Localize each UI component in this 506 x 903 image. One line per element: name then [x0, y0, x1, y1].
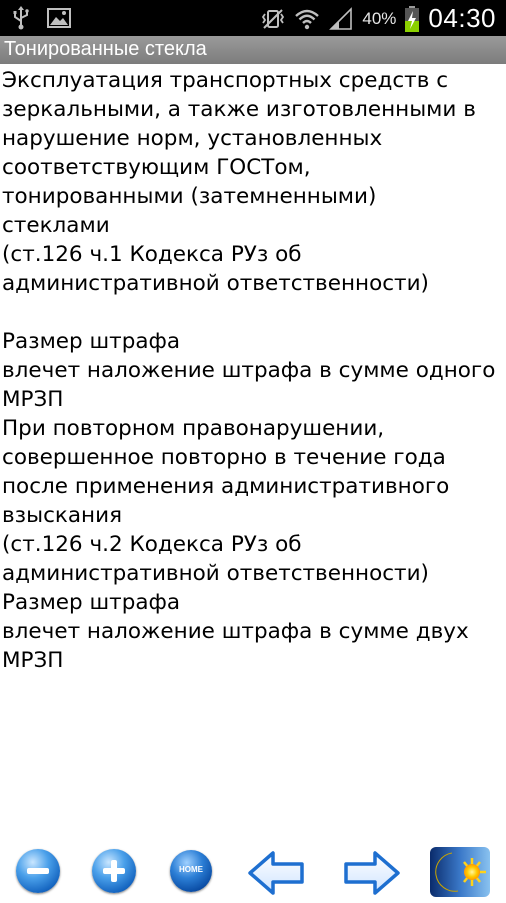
- page-title: Тонированные стекла: [4, 38, 207, 60]
- forward-button[interactable]: [340, 845, 402, 899]
- text-line: влечет наложение штрафа в сумме двух: [2, 619, 469, 644]
- text-line: зеркальными, а также изготовленными в: [2, 97, 476, 122]
- back-button[interactable]: [246, 845, 308, 899]
- zoom-out-icon: [16, 849, 60, 893]
- battery-percent: 40%: [362, 8, 397, 28]
- bottom-toolbar: HOME: [0, 845, 506, 900]
- status-bar-right: 40% 04:30: [260, 3, 496, 34]
- text-line: влечет наложение штрафа в сумме одного: [2, 358, 496, 383]
- back-arrow-icon: [248, 851, 304, 895]
- text-line: совершенное повторно в течение года: [2, 445, 446, 470]
- article-body: Эксплуатация транспортных средств с зерк…: [2, 66, 504, 675]
- signal-icon: [329, 6, 353, 30]
- wifi-icon: [295, 9, 320, 29]
- text-line: административной ответственности): [2, 271, 429, 296]
- text-line: Эксплуатация транспортных средств с: [2, 68, 449, 93]
- text-line: (ст.126 ч.1 Кодекса РУз об: [2, 242, 302, 267]
- text-line: Размер штрафа: [2, 329, 181, 354]
- text-line: Размер штрафа: [2, 590, 181, 615]
- image-icon: [47, 8, 71, 28]
- text-line: МРЗП: [2, 648, 64, 673]
- usb-icon: [13, 6, 29, 30]
- text-line: административной ответственности): [2, 561, 429, 586]
- clock: 04:30: [428, 3, 496, 33]
- vibrate-icon: [262, 8, 285, 29]
- home-button[interactable]: HOME: [166, 845, 222, 899]
- text-line: стеклами: [2, 213, 110, 238]
- text-line: после применения административного: [2, 474, 450, 499]
- forward-arrow-icon: [344, 851, 400, 895]
- text-line: При повторном правонарушении,: [2, 416, 385, 441]
- text-line: соответствующим ГОСТом,: [2, 155, 311, 180]
- text-line: взыскания: [2, 503, 123, 528]
- title-bar: Тонированные стекла: [0, 36, 506, 64]
- zoom-out-button[interactable]: [12, 845, 68, 899]
- day-night-icon: [430, 847, 490, 897]
- status-bar: 40% 04:30: [0, 0, 506, 36]
- day-night-button[interactable]: [428, 845, 492, 899]
- text-line: нарушение норм, установленных: [2, 126, 383, 151]
- text-line: (ст.126 ч.2 Кодекса РУз об: [2, 532, 302, 557]
- text-line: тонированными (затемненными): [2, 184, 377, 209]
- plus-bar-vertical: [111, 860, 117, 882]
- minus-bar: [27, 868, 49, 874]
- home-label: HOME: [179, 865, 203, 874]
- status-bar-left: [8, 5, 72, 31]
- zoom-in-icon: [92, 849, 136, 893]
- home-icon: HOME: [170, 850, 212, 892]
- zoom-in-button[interactable]: [88, 845, 144, 899]
- text-line: МРЗП: [2, 387, 64, 412]
- battery-charging-icon: [405, 5, 420, 32]
